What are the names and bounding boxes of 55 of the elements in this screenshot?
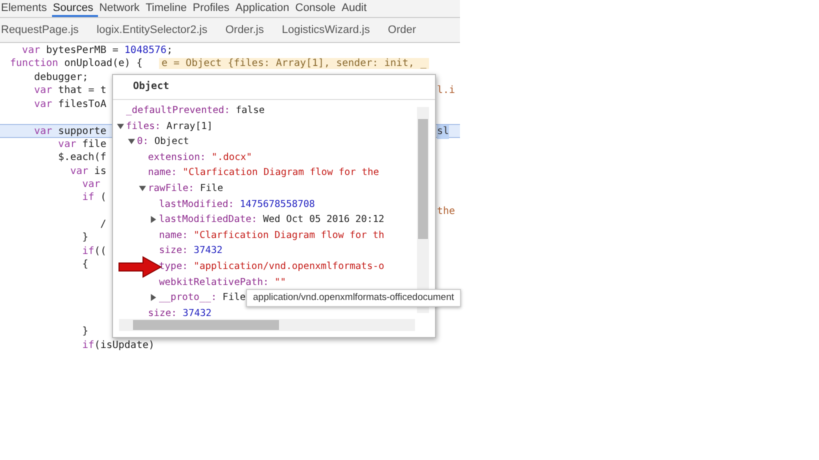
property-entry: lastModifiedDate: Wed Oct 05 2016 20:12 [159, 213, 384, 228]
property-entry: extension: ".docx" [148, 150, 252, 165]
expanded-arrow-icon[interactable] [139, 185, 148, 192]
code-line: if(isUpdate) [81, 340, 155, 351]
property-entry: type: "application/vnd.openxmlformats-o [159, 260, 384, 274]
property-entry: lastModified: 1475678558708 [159, 198, 315, 212]
code-line: $.each(f [57, 152, 106, 164]
code-line: } [81, 232, 88, 244]
file-tab[interactable]: Order [388, 24, 416, 36]
collapsed-arrow-icon[interactable] [150, 294, 159, 302]
panel-tab[interactable]: Elements [0, 0, 52, 17]
property-entry: name: "Clarfication Diagram flow for th [159, 228, 384, 243]
code-line: var is [69, 166, 106, 177]
panel-tab[interactable]: Console [294, 0, 341, 17]
expanded-arrow-icon[interactable] [128, 138, 137, 146]
property-entry: _defaultPrevented: false [126, 104, 265, 118]
property-entry: 0: Object [137, 135, 189, 150]
file-tab[interactable]: RequestPage.js [1, 24, 79, 36]
panel-tab[interactable]: Profiles [192, 0, 234, 17]
expanded-arrow-icon[interactable] [117, 122, 126, 130]
code-line: } [81, 326, 88, 338]
code-line: debugger; [33, 72, 88, 83]
horizontal-scrollbar[interactable] [119, 319, 415, 331]
property-entry: webkitRelativePath: "" [159, 276, 286, 290]
panel-tab[interactable]: Audit [340, 0, 372, 17]
code-fragment: the [437, 204, 456, 218]
property-entry: size: 37432 [148, 306, 212, 321]
property-entry: rawFile: File [148, 182, 224, 196]
tooltip: application/vnd.openxmlformats-officedocument [246, 289, 462, 307]
collapsed-arrow-icon[interactable] [150, 216, 159, 224]
file-tab[interactable]: Order.js [225, 24, 264, 36]
code-fragment: sl [437, 125, 450, 139]
property-entry: size: 37432 [159, 244, 223, 258]
file-tab[interactable]: logix.EntitySelector2.js [96, 24, 208, 36]
code-line: { [81, 259, 88, 270]
code-line: var supporte [33, 126, 106, 138]
panel-tab[interactable]: Timeline [144, 0, 192, 17]
code-fragment: l.i [437, 84, 456, 98]
code-line: var filesToA [33, 98, 106, 110]
inline-value: e = Object {files: Array[1], sender: init, _ [158, 58, 430, 70]
code-line: / [99, 219, 106, 230]
panel-tab[interactable]: Application [234, 0, 294, 17]
code-line: var that = t [33, 85, 106, 96]
code-line: function onUpload(e) { [10, 58, 142, 70]
code-line: var [81, 178, 100, 190]
code-line: if(( [81, 246, 106, 257]
property-entry: name: "Clarfication Diagram flow for the [148, 166, 380, 180]
property-entry: __proto__: File [159, 291, 246, 306]
code-line: if ( [81, 192, 106, 204]
panel-tab[interactable]: Network [98, 0, 145, 17]
popover-title: Object [113, 75, 435, 100]
property-entry: files: Array[1] [126, 120, 213, 134]
code-line: var bytesPerMB = 1048576; [21, 45, 173, 56]
file-tab[interactable]: LogisticsWizard.js [282, 24, 370, 36]
code-line: var file [57, 138, 106, 150]
